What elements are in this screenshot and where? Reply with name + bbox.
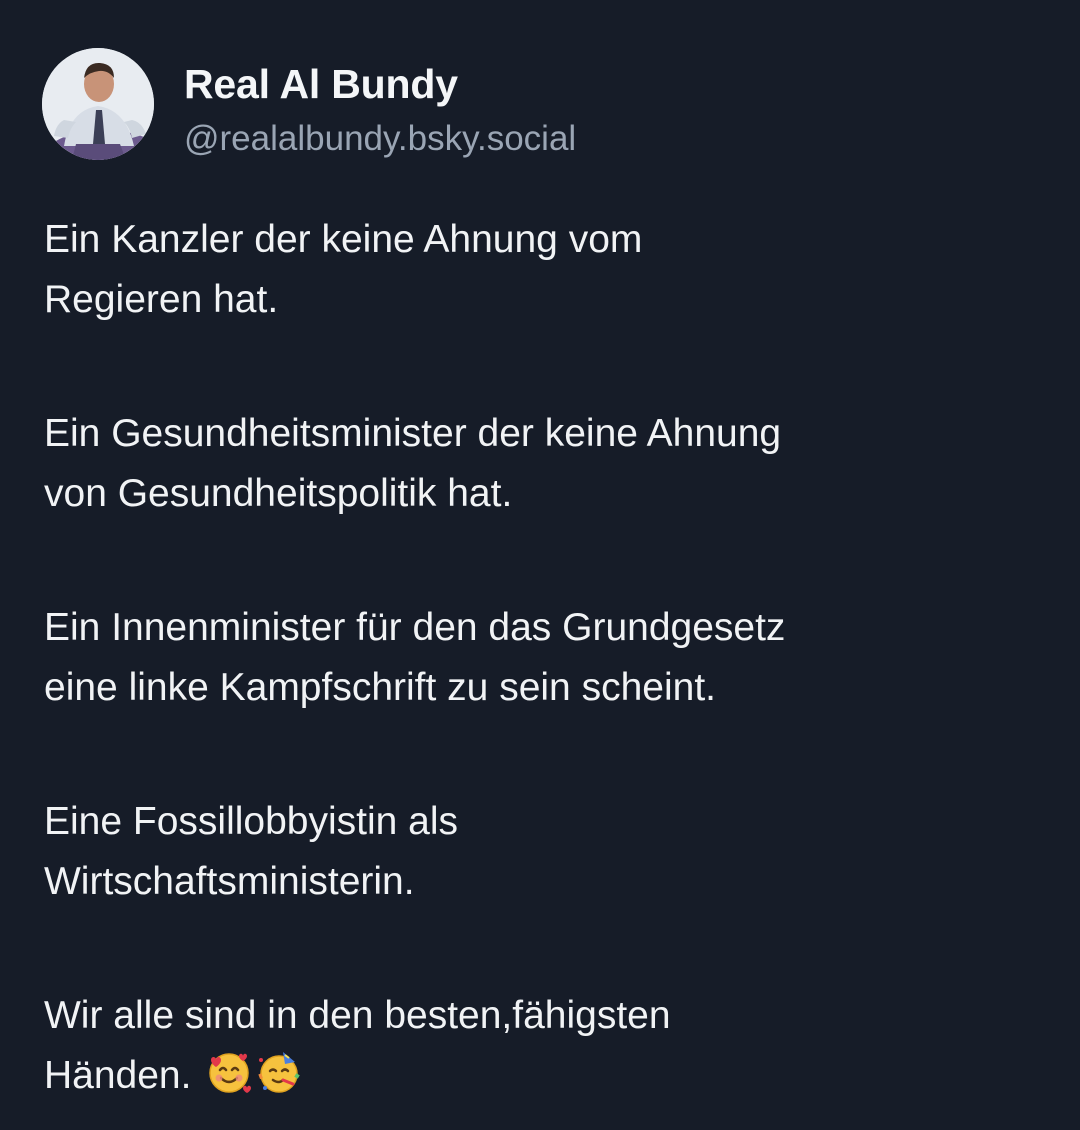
post-body: Ein Kanzler der keine Ahnung vom Regiere…: [44, 210, 1054, 1106]
post-paragraph: Ein Innenminister für den das Grundgeset…: [44, 606, 786, 709]
avatar-portrait-icon: [42, 48, 154, 160]
smiling-face-with-hearts-icon: [209, 1053, 252, 1093]
post-header: Real Al Bundy @realalbundy.bsky.social: [42, 48, 576, 161]
emoji-row: [205, 1048, 305, 1096]
post-paragraph: Eine Fossillobbyistin als Wirtschaftsmin…: [44, 800, 459, 903]
post-paragraph: Ein Gesundheitsminister der keine Ahnung…: [44, 412, 782, 515]
post-card: Real Al Bundy @realalbundy.bsky.social E…: [0, 0, 1080, 1130]
post-paragraph-last: Wir alle sind in den besten,fähigsten Hä…: [44, 986, 1054, 1106]
author-display-name[interactable]: Real Al Bundy: [184, 60, 576, 108]
partying-face-icon: [258, 1052, 301, 1093]
post-paragraph-text: Wir alle sind in den besten,fähigsten Hä…: [44, 994, 671, 1097]
post-paragraph: Ein Kanzler der keine Ahnung vom Regiere…: [44, 218, 643, 321]
author-identity: Real Al Bundy @realalbundy.bsky.social: [184, 60, 576, 161]
author-handle[interactable]: @realalbundy.bsky.social: [184, 117, 576, 161]
author-avatar[interactable]: [42, 48, 154, 160]
